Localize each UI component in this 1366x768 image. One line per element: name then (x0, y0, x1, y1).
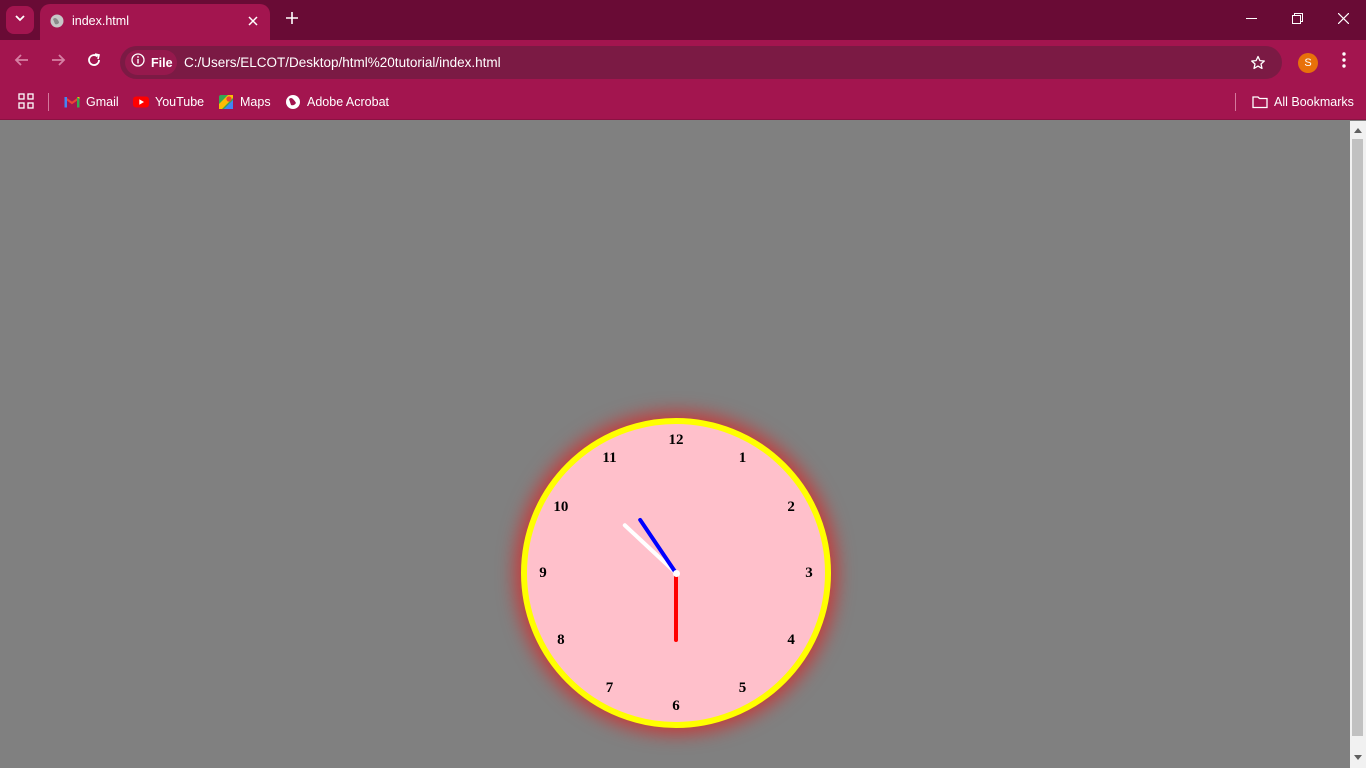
bookmark-label: Adobe Acrobat (307, 95, 390, 109)
minimize-button[interactable] (1228, 0, 1274, 40)
restore-button[interactable] (1274, 0, 1320, 40)
info-icon (131, 53, 145, 72)
arrow-right-icon (50, 52, 66, 73)
bookmark-gmail[interactable]: Gmail (64, 91, 119, 113)
tab-strip: index.html (0, 0, 1366, 40)
bookmark-youtube[interactable]: YouTube (133, 91, 204, 113)
bookmark-label: Maps (240, 95, 271, 109)
close-window-button[interactable] (1320, 0, 1366, 40)
close-icon[interactable] (244, 12, 262, 30)
all-bookmarks-label: All Bookmarks (1274, 95, 1354, 109)
close-icon (1337, 11, 1349, 29)
apps-grid-icon (18, 92, 34, 112)
new-tab-button[interactable] (281, 9, 303, 31)
address-bar[interactable]: File C:/Users/ELCOT/Desktop/html%20tutor… (120, 46, 1282, 79)
star-icon[interactable] (1248, 53, 1268, 73)
analog-clock: 12 1 2 3 4 5 6 7 8 9 10 11 (521, 418, 831, 728)
globe-icon (50, 14, 64, 28)
reload-icon (86, 52, 102, 73)
globe-icon (285, 94, 301, 110)
clock-center-pivot (673, 570, 680, 577)
clock-number-9: 9 (539, 565, 547, 581)
bookmarks-divider (48, 93, 49, 111)
bookmark-label: Gmail (86, 95, 119, 109)
more-vertical-icon (1342, 51, 1346, 73)
bookmarks-bar: Gmail YouTube Maps Adobe Acrobat All Boo… (0, 85, 1366, 120)
scroll-up-arrow-icon[interactable] (1350, 123, 1366, 137)
site-chip-label: File (151, 55, 173, 70)
site-info-chip[interactable]: File (125, 50, 177, 75)
clock-number-1: 1 (738, 449, 747, 466)
clock-second-hand (674, 573, 678, 642)
tab-active[interactable]: index.html (40, 4, 270, 40)
back-button[interactable] (8, 48, 36, 76)
browser-menu-button[interactable] (1332, 48, 1356, 76)
arrow-left-icon (14, 52, 30, 73)
clock-number-11: 11 (602, 449, 617, 466)
url-text[interactable]: C:/Users/ELCOT/Desktop/html%20tutorial/i… (184, 55, 501, 70)
all-bookmarks-button[interactable]: All Bookmarks (1252, 91, 1354, 113)
profile-avatar[interactable]: S (1298, 53, 1318, 73)
scroll-thumb[interactable] (1352, 139, 1363, 736)
clock-number-2: 2 (787, 498, 795, 515)
clock-number-10: 10 (553, 498, 569, 515)
clock-number-12: 12 (668, 432, 684, 448)
minimize-icon (1245, 11, 1257, 29)
chevron-down-icon (14, 11, 26, 29)
bookmark-label: YouTube (155, 95, 205, 109)
clock-number-3: 3 (805, 565, 813, 581)
forward-button[interactable] (44, 48, 72, 76)
page-viewport: 12 1 2 3 4 5 6 7 8 9 10 11 (0, 121, 1350, 768)
youtube-icon (133, 94, 149, 110)
page-scrollbar[interactable] (1350, 121, 1366, 768)
reload-button[interactable] (80, 48, 108, 76)
folder-icon (1252, 94, 1268, 110)
clock-number-5: 5 (738, 680, 747, 697)
restore-icon (1291, 11, 1303, 29)
scroll-down-arrow-icon[interactable] (1350, 751, 1366, 765)
maps-icon (218, 94, 234, 110)
clock-number-4: 4 (787, 631, 795, 648)
gmail-icon (64, 94, 80, 110)
clock-number-8: 8 (557, 631, 565, 648)
apps-button[interactable] (18, 91, 34, 113)
tab-search-button[interactable] (6, 6, 34, 34)
bookmark-adobe-acrobat[interactable]: Adobe Acrobat (285, 91, 389, 113)
plus-icon (286, 11, 298, 29)
bookmarks-divider (1235, 93, 1236, 111)
toolbar: File C:/Users/ELCOT/Desktop/html%20tutor… (0, 40, 1366, 85)
clock-number-6: 6 (672, 698, 680, 714)
clock-number-7: 7 (605, 680, 614, 697)
tab-title: index.html (72, 14, 129, 28)
bookmark-maps[interactable]: Maps (218, 91, 271, 113)
